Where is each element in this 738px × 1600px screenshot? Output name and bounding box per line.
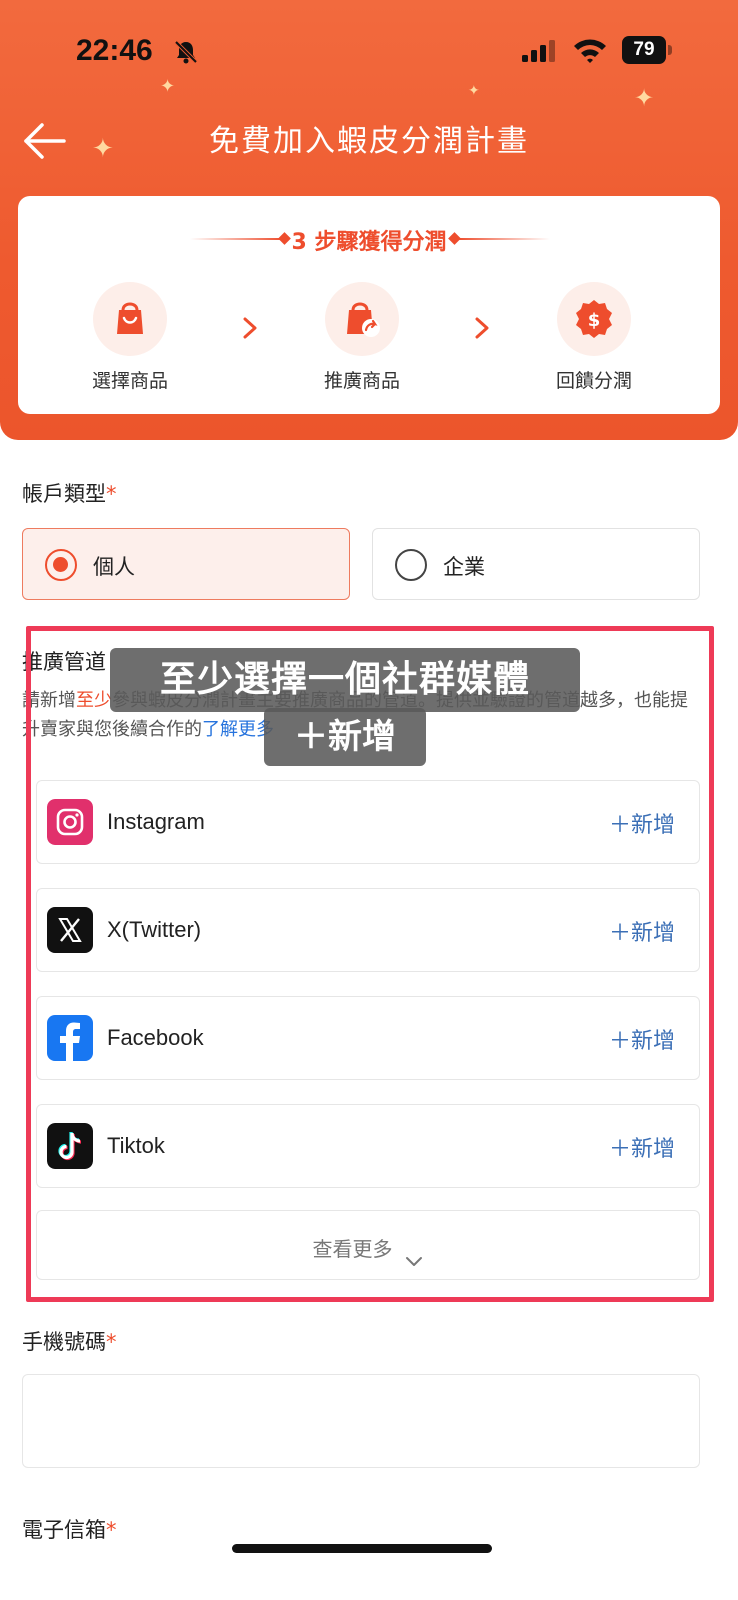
dollar-badge-icon: $	[557, 282, 631, 356]
radio-unchecked-icon	[395, 549, 427, 581]
radio-option-personal[interactable]: 個人	[22, 528, 350, 600]
home-indicator	[232, 1544, 492, 1553]
account-type-label: 帳戶類型*	[22, 482, 117, 506]
steps-heading: 3 步驟獲得分潤	[291, 230, 447, 255]
cellular-signal-icon	[522, 40, 555, 62]
phone-input[interactable]	[22, 1374, 700, 1468]
annotation-caption: 至少選擇一個社群媒體	[110, 648, 580, 712]
steps-card: 3 步驟獲得分潤 選擇商品 推廣商品 $ 回饋分潤	[18, 196, 720, 414]
step-promote-product: 推廣商品	[292, 282, 432, 393]
wifi-icon	[574, 39, 606, 63]
shopping-bag-icon	[93, 282, 167, 356]
step-label: 回饋分潤	[555, 370, 632, 392]
step-label: 推廣商品	[323, 370, 400, 392]
page-title: 免費加入蝦皮分潤計畫	[209, 124, 529, 159]
radio-checked-icon	[45, 549, 77, 581]
radio-label: 企業	[443, 555, 485, 579]
battery-level: 79	[622, 36, 666, 64]
step-select-product: 選擇商品	[60, 282, 200, 393]
bell-slash-icon	[174, 40, 198, 64]
status-bar: 22:46 79	[0, 0, 738, 100]
radio-option-business[interactable]: 企業	[372, 528, 700, 600]
battery-icon: 79	[622, 36, 672, 64]
share-bag-icon	[325, 282, 399, 356]
phone-label: 手機號碼*	[22, 1330, 117, 1354]
step-commission: $ 回饋分潤	[524, 282, 664, 393]
annotation-caption-add: ＋新增	[264, 708, 426, 766]
chevron-right-icon	[475, 317, 489, 339]
status-time: 22:46	[76, 34, 153, 67]
chevron-right-icon	[243, 317, 257, 339]
svg-text:$: $	[588, 310, 601, 331]
steps-heading-wrap: 3 步驟獲得分潤	[18, 224, 720, 255]
radio-label: 個人	[93, 555, 135, 579]
email-label: 電子信箱*	[22, 1518, 117, 1542]
step-label: 選擇商品	[91, 370, 168, 392]
